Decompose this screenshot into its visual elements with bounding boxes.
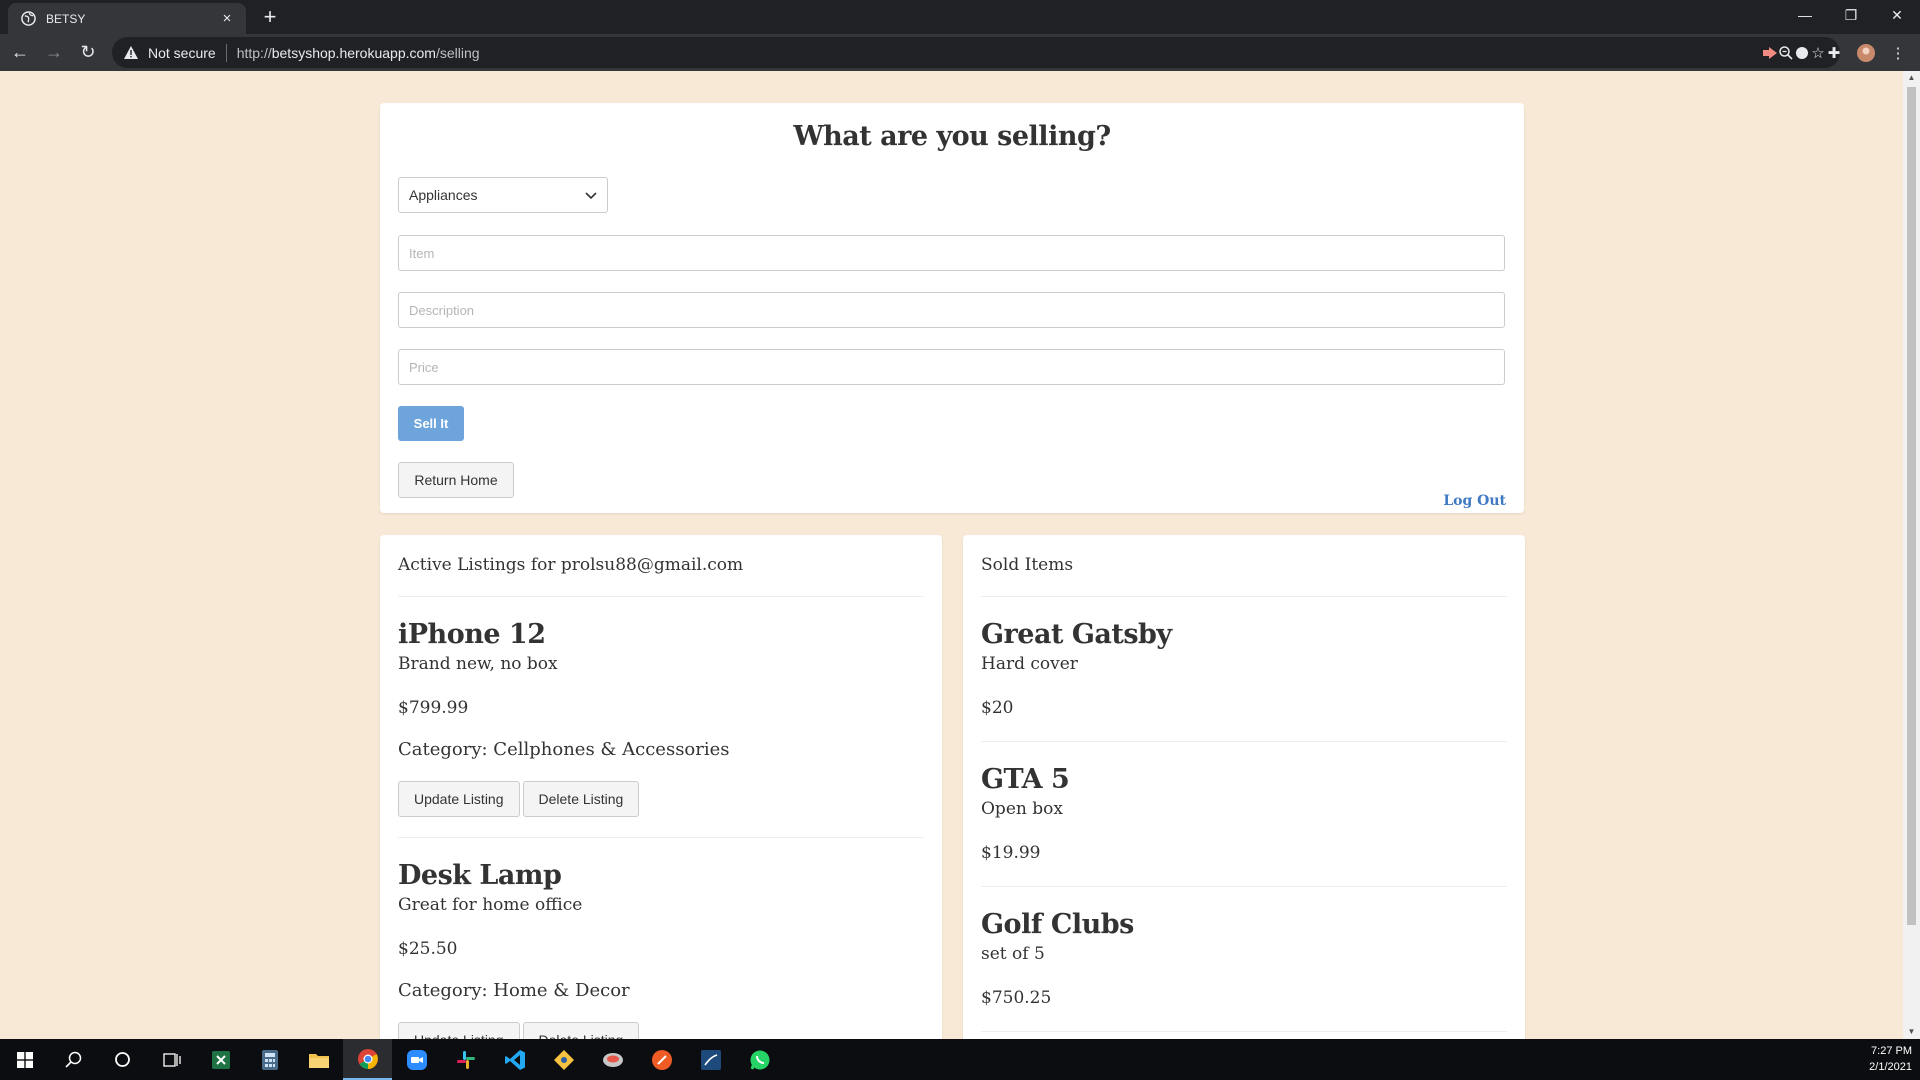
sold-items-card: Sold Items Great Gatsby Hard cover $20 G… [963, 535, 1525, 1039]
price-input[interactable] [398, 349, 1505, 385]
listing-actions: Update Listing Delete Listing [398, 781, 924, 817]
sold-item-name: Golf Clubs [981, 909, 1134, 940]
update-listing-button[interactable]: Update Listing [398, 781, 520, 817]
warning-icon [122, 44, 140, 62]
app-swirl-icon[interactable] [588, 1039, 637, 1080]
forward-icon[interactable]: → [40, 39, 68, 67]
zoom-app-icon[interactable] [392, 1039, 441, 1080]
sold-items-heading: Sold Items [981, 535, 1507, 597]
item-input[interactable] [398, 235, 1505, 271]
address-bar[interactable]: Not secure http://betsyshop.herokuapp.co… [112, 37, 1840, 68]
sold-item-name: Great Gatsby [981, 619, 1172, 650]
listing-category: Category: Home & Decor [398, 980, 630, 1001]
url-text[interactable]: http://betsyshop.herokuapp.com/selling [237, 45, 480, 61]
listing-item: Desk Lamp Great for home office $25.50 C… [398, 860, 924, 1039]
close-window-icon[interactable]: ✕ [1874, 0, 1920, 30]
sold-item: Great Gatsby Hard cover $20 [981, 619, 1507, 742]
listing-description: Great for home office [398, 895, 583, 915]
file-explorer-icon[interactable] [294, 1039, 343, 1080]
globe-icon [20, 11, 36, 27]
vscode-icon[interactable] [490, 1039, 539, 1080]
description-input[interactable] [398, 292, 1505, 328]
page-viewport: What are you selling? Appliances Sell It… [0, 71, 1903, 1039]
update-listing-button[interactable]: Update Listing [398, 1022, 520, 1039]
scroll-up-icon[interactable]: ▲ [1903, 71, 1920, 85]
logout-link[interactable]: Log Out [1443, 493, 1506, 509]
calculator-icon[interactable] [245, 1039, 294, 1080]
listing-name: Desk Lamp [398, 860, 562, 891]
sold-item-price: $750.25 [981, 988, 1052, 1008]
listing-price: $25.50 [398, 939, 458, 959]
delete-listing-button[interactable]: Delete Listing [522, 781, 640, 817]
browser-toolbar: ← → ↻ Not secure http://betsyshop.heroku… [0, 34, 1920, 71]
chrome-icon[interactable] [343, 1039, 392, 1080]
window-controls: — ❐ ✕ [1782, 0, 1920, 34]
system-clock[interactable]: 7:27 PM 2/1/2021 [1869, 1043, 1912, 1075]
category-select-value: Appliances [409, 187, 478, 203]
sold-item-description: Hard cover [981, 654, 1078, 674]
listing-price: $799.99 [398, 698, 469, 718]
whatsapp-icon[interactable] [735, 1039, 784, 1080]
listing-description: Brand new, no box [398, 654, 558, 674]
scroll-down-icon[interactable]: ▼ [1903, 1025, 1920, 1039]
active-listings-heading: Active Listings for prolsu88@gmail.com [398, 535, 924, 597]
scrollbar-thumb[interactable] [1907, 87, 1916, 925]
browser-tab[interactable]: BETSY × [8, 3, 246, 34]
delete-listing-button[interactable]: Delete Listing [522, 1022, 640, 1039]
sold-item: Golf Clubs set of 5 $750.25 [981, 909, 1507, 1032]
category-select[interactable]: Appliances [398, 177, 608, 213]
active-listings-card: Active Listings for prolsu88@gmail.com i… [380, 535, 942, 1039]
sell-it-button[interactable]: Sell It [398, 406, 464, 441]
profile-avatar[interactable] [1850, 34, 1882, 71]
listing-category: Category: Cellphones & Accessories [398, 739, 730, 760]
search-icon[interactable] [49, 1039, 98, 1080]
security-label[interactable]: Not secure [148, 45, 216, 61]
sold-item-description: Open box [981, 799, 1063, 819]
extension-red-icon[interactable] [1754, 34, 1786, 71]
postman-icon[interactable] [637, 1039, 686, 1080]
sold-item-name: GTA 5 [981, 764, 1070, 795]
omnibox-divider [225, 43, 227, 62]
sourcetree-icon[interactable] [539, 1039, 588, 1080]
page-title: What are you selling? [793, 121, 1111, 152]
browser-tab-strip: BETSY × + — ❐ ✕ [0, 0, 1920, 34]
mysql-workbench-icon[interactable] [686, 1039, 735, 1080]
new-tab-button[interactable]: + [258, 5, 282, 29]
sold-item-price: $19.99 [981, 843, 1041, 863]
browser-menu-icon[interactable]: ⋮ [1882, 34, 1914, 71]
cortana-icon[interactable] [98, 1039, 147, 1080]
sold-item: GTA 5 Open box $19.99 [981, 764, 1507, 887]
return-home-button[interactable]: Return Home [398, 462, 514, 498]
listing-actions: Update Listing Delete Listing [398, 1022, 924, 1039]
tab-close-icon[interactable]: × [218, 10, 236, 27]
extension-icons: ✚ ⋮ [1754, 34, 1914, 71]
slack-icon[interactable] [441, 1039, 490, 1080]
extensions-puzzle-icon[interactable]: ✚ [1818, 34, 1850, 71]
reload-icon[interactable]: ↻ [74, 39, 102, 67]
page-scrollbar[interactable]: ▲ ▼ [1903, 71, 1920, 1039]
clock-date: 2/1/2021 [1869, 1061, 1912, 1073]
listing-item: iPhone 12 Brand new, no box $799.99 Cate… [398, 619, 924, 838]
clock-time: 7:27 PM [1871, 1045, 1912, 1057]
excel-icon[interactable] [196, 1039, 245, 1080]
extension-circle-icon[interactable] [1786, 34, 1818, 71]
windows-taskbar: 7:27 PM 2/1/2021 [0, 1039, 1920, 1080]
tab-title: BETSY [46, 11, 86, 26]
back-icon[interactable]: ← [6, 39, 34, 67]
sold-item-description: set of 5 [981, 944, 1045, 964]
windows-start-icon[interactable] [0, 1039, 49, 1080]
sold-item-price: $20 [981, 698, 1014, 718]
task-view-icon[interactable] [147, 1039, 196, 1080]
restore-icon[interactable]: ❐ [1828, 0, 1874, 30]
listing-name: iPhone 12 [398, 619, 546, 650]
chevron-down-icon [585, 187, 597, 203]
sell-form-card: What are you selling? Appliances Sell It… [380, 103, 1524, 513]
minimize-icon[interactable]: — [1782, 0, 1828, 30]
